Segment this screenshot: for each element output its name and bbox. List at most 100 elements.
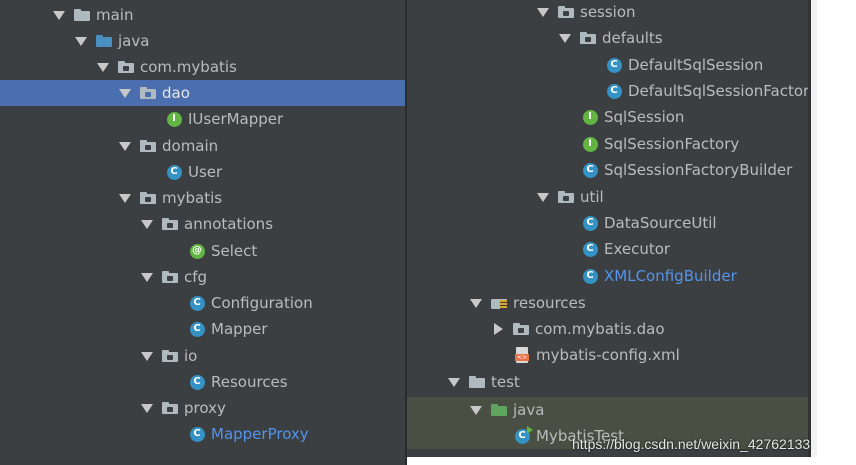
expand-arrow-icon[interactable] <box>140 349 154 363</box>
tree-item-label: java <box>118 32 150 50</box>
tree-item-label: Configuration <box>211 294 313 312</box>
tree-item-label: MapperProxy <box>211 425 309 443</box>
class-icon: C <box>189 295 205 311</box>
collapse-arrow-icon[interactable] <box>491 322 505 336</box>
expand-arrow-icon[interactable] <box>447 375 461 389</box>
expand-arrow-icon[interactable] <box>118 139 132 153</box>
tree-item-cfg[interactable]: cfg <box>0 264 405 290</box>
class-icon: C <box>582 215 598 231</box>
tree-item-label: main <box>96 6 134 24</box>
tree-item-resources-folder[interactable]: resources <box>407 290 811 316</box>
tree-item-sqlsessionfactory[interactable]: I SqlSessionFactory <box>407 131 811 157</box>
tree-item-sqlsession[interactable]: I SqlSession <box>407 104 811 130</box>
tree-item-label: DataSourceUtil <box>604 214 717 232</box>
package-icon <box>140 85 156 101</box>
class-icon: C <box>189 426 205 442</box>
tree-item-label: defaults <box>602 29 663 47</box>
tree-item-util[interactable]: util <box>407 184 811 210</box>
tree-item-dao[interactable]: dao <box>0 80 405 106</box>
tree-item-label: Executor <box>604 240 671 258</box>
watermark-text: https://blog.csdn.net/weixin_42762133 <box>572 436 811 452</box>
package-icon <box>513 321 529 337</box>
tree-item-label: DefaultSqlSessionFactory <box>628 82 811 100</box>
expand-arrow-icon[interactable] <box>558 31 572 45</box>
tree-item-defaultsqlsession[interactable]: C DefaultSqlSession <box>407 52 811 78</box>
tree-item-test[interactable]: test <box>407 369 811 395</box>
tree-item-label: Resources <box>211 373 288 391</box>
tree-item-defaultsqlsessionfactory[interactable]: C DefaultSqlSessionFactory <box>407 78 811 104</box>
class-icon: C <box>582 241 598 257</box>
tree-item-java[interactable]: java <box>0 28 405 54</box>
folder-icon <box>469 374 485 390</box>
package-icon <box>162 400 178 416</box>
tree-item-com-mybatis-dao[interactable]: com.mybatis.dao <box>407 316 811 342</box>
tree-item-com-mybatis[interactable]: com.mybatis <box>0 54 405 80</box>
tree-item-user[interactable]: C User <box>0 159 405 185</box>
tree-item-label: com.mybatis <box>140 58 237 76</box>
tree-item-select[interactable]: @ Select <box>0 238 405 264</box>
tree-item-label: mybatis-config.xml <box>536 346 680 364</box>
tree-item-label: SqlSessionFactory <box>604 135 740 153</box>
tree-item-label: test <box>491 373 520 391</box>
source-folder-icon <box>96 33 112 49</box>
expand-arrow-icon[interactable] <box>536 190 550 204</box>
tree-item-xmlconfigbuilder[interactable]: C XMLConfigBuilder <box>407 263 811 289</box>
tree-item-label: mybatis <box>162 189 223 207</box>
expand-arrow-icon[interactable] <box>469 403 483 417</box>
expand-arrow-icon[interactable] <box>140 217 154 231</box>
package-icon <box>558 189 574 205</box>
expand-arrow-icon[interactable] <box>74 34 88 48</box>
class-icon: C <box>582 162 598 178</box>
expand-arrow-icon[interactable] <box>140 401 154 415</box>
class-icon: C <box>606 57 622 73</box>
test-class-icon: C <box>514 426 533 444</box>
expand-arrow-icon[interactable] <box>96 60 110 74</box>
tree-item-datasourceutil[interactable]: C DataSourceUtil <box>407 210 811 236</box>
package-icon <box>118 59 134 75</box>
package-icon <box>140 190 156 206</box>
project-tree-left[interactable]: main java com.mybatis dao I IUserMapper … <box>0 0 405 465</box>
tree-item-mapper[interactable]: C Mapper <box>0 316 405 342</box>
interface-icon: I <box>166 111 182 127</box>
tree-item-main[interactable]: main <box>0 2 405 28</box>
tree-item-mapperproxy[interactable]: C MapperProxy <box>0 421 405 447</box>
resources-folder-icon <box>491 295 507 311</box>
folder-icon <box>74 7 90 23</box>
tree-item-proxy[interactable]: proxy <box>0 395 405 421</box>
expand-arrow-icon[interactable] <box>140 270 154 284</box>
tree-item-label: resources <box>513 294 586 312</box>
tree-item-configuration[interactable]: C Configuration <box>0 290 405 316</box>
tree-item-annotations[interactable]: annotations <box>0 211 405 237</box>
tree-item-label: SqlSessionFactoryBuilder <box>604 161 793 179</box>
expand-arrow-icon[interactable] <box>469 296 483 310</box>
interface-icon: I <box>582 109 598 125</box>
expand-arrow-icon[interactable] <box>52 8 66 22</box>
expand-arrow-icon[interactable] <box>536 5 550 19</box>
package-icon <box>162 269 178 285</box>
package-icon <box>162 348 178 364</box>
tree-item-defaults[interactable]: defaults <box>407 25 811 51</box>
tree-item-label: session <box>580 3 636 21</box>
package-icon <box>558 4 574 20</box>
tree-item-mybatis-config-xml[interactable]: <> mybatis-config.xml <box>407 342 811 368</box>
class-icon: C <box>189 374 205 390</box>
tree-item-session[interactable]: session <box>407 0 811 25</box>
tree-item-label: annotations <box>184 215 274 233</box>
tree-item-mybatis[interactable]: mybatis <box>0 185 405 211</box>
tree-item-iusermapper[interactable]: I IUserMapper <box>0 106 405 132</box>
xml-file-icon: <> <box>514 347 530 363</box>
tree-item-label: io <box>184 347 198 365</box>
expand-arrow-icon[interactable] <box>118 86 132 100</box>
expand-arrow-icon[interactable] <box>118 191 132 205</box>
project-tree-right[interactable]: session defaults C DefaultSqlSession C D… <box>407 0 811 457</box>
tree-item-executor[interactable]: C Executor <box>407 236 811 262</box>
tree-item-sqlsessionfactorybuilder[interactable]: C SqlSessionFactoryBuilder <box>407 157 811 183</box>
tree-item-label: cfg <box>184 268 208 286</box>
tree-item-label: DefaultSqlSession <box>628 56 764 74</box>
tree-item-io[interactable]: io <box>0 343 405 369</box>
tree-item-resources-class[interactable]: C Resources <box>0 369 405 395</box>
tree-item-domain[interactable]: domain <box>0 133 405 159</box>
class-icon: C <box>582 268 598 284</box>
tree-item-test-java[interactable]: java <box>407 397 811 423</box>
tree-item-label: Mapper <box>211 320 268 338</box>
